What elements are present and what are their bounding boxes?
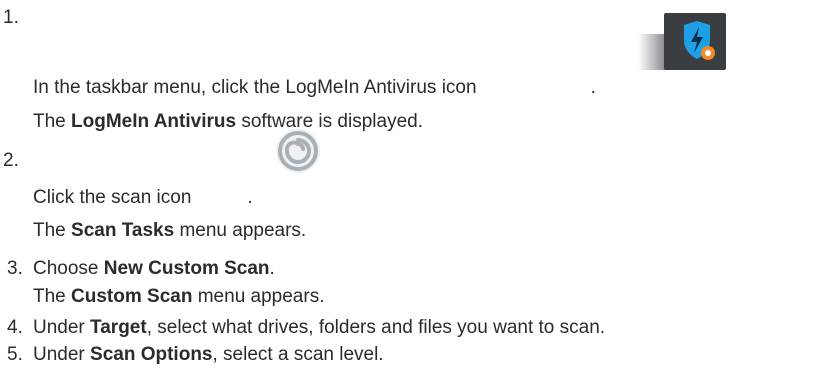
step-2-result-bold: Scan Tasks bbox=[71, 220, 175, 241]
step-3-instruction-pre: Choose bbox=[33, 258, 104, 279]
step-3-instruction-post: . bbox=[269, 258, 275, 279]
step-2-instruction-period: . bbox=[247, 187, 253, 208]
step-2-result: The Scan Tasks menu appears. bbox=[33, 219, 306, 243]
logmein-antivirus-icon bbox=[664, 13, 726, 70]
step-1-number: 1. bbox=[3, 7, 19, 28]
step-1-result-bold: LogMeIn Antivirus bbox=[71, 111, 237, 132]
step-1-instruction-text: In the taskbar menu, click the LogMeIn A… bbox=[33, 77, 477, 98]
step-1-result-pre: The bbox=[33, 111, 72, 132]
step-3-result-bold: Custom Scan bbox=[71, 286, 193, 307]
step-4-instruction-pre: Under bbox=[33, 317, 91, 338]
step-1-instruction: In the taskbar menu, click the LogMeIn A… bbox=[33, 76, 596, 100]
step-2-result-pre: The bbox=[33, 220, 72, 241]
step-2-instruction-text: Click the scan icon bbox=[33, 187, 192, 208]
step-5-instruction: Under Scan Options, select a scan level. bbox=[33, 343, 384, 367]
step-4-instruction-post: , select what drives, folders and files … bbox=[146, 317, 606, 338]
step-1-result-post: software is displayed. bbox=[236, 111, 423, 132]
step-3-result: The Custom Scan menu appears. bbox=[33, 285, 324, 309]
step-4-number: 4. bbox=[7, 317, 23, 338]
step-5-instruction-bold: Scan Options bbox=[90, 344, 213, 365]
step-2-result-post: menu appears. bbox=[174, 220, 307, 241]
step-4-instruction-bold: Target bbox=[90, 317, 147, 338]
step-3-instruction: Choose New Custom Scan. bbox=[33, 257, 275, 281]
step-2-instruction: Click the scan icon. bbox=[33, 186, 253, 210]
step-3-instruction-bold: New Custom Scan bbox=[103, 258, 270, 279]
step-3-result-pre: The bbox=[33, 286, 72, 307]
step-4-instruction: Under Target, select what drives, folder… bbox=[33, 316, 605, 340]
step-3-number: 3. bbox=[7, 258, 23, 279]
step-5-number: 5. bbox=[7, 344, 23, 365]
step-2-number: 2. bbox=[3, 150, 19, 171]
step-1-instruction-period: . bbox=[590, 77, 596, 98]
scan-icon bbox=[268, 122, 328, 180]
step-5-instruction-pre: Under bbox=[33, 344, 91, 365]
step-1-result: The LogMeIn Antivirus software is displa… bbox=[33, 110, 423, 134]
step-5-instruction-post: , select a scan level. bbox=[212, 344, 384, 365]
step-3-result-post: menu appears. bbox=[192, 286, 325, 307]
